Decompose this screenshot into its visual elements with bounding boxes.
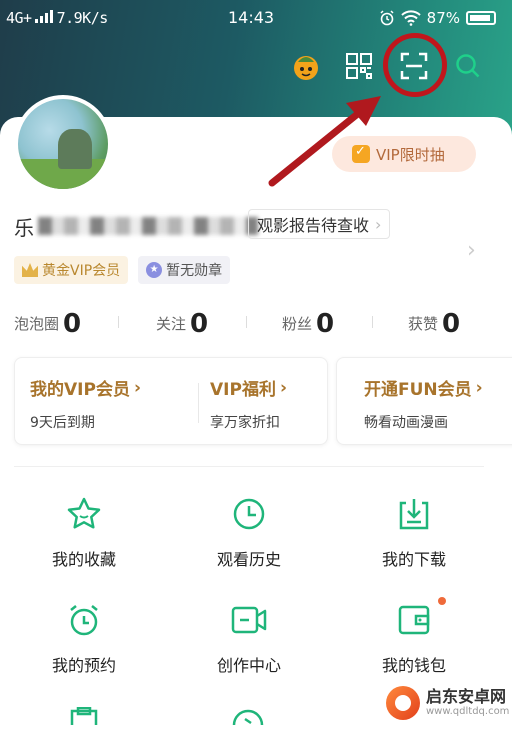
gift-icon: [352, 144, 370, 163]
divider: [118, 316, 119, 328]
star-icon: [64, 494, 104, 534]
my-vip-entry[interactable]: 我的VIP会员 › 9天后到期: [14, 357, 194, 445]
chevron-right-icon: ›: [375, 214, 382, 234]
battery-icon: [466, 11, 496, 25]
wallet-icon: [394, 600, 434, 640]
fun-vip-title: 开通FUN会员: [364, 380, 472, 400]
battery-percent: 87%: [426, 9, 460, 27]
medal-icon: ★: [146, 262, 163, 278]
grid-item-reservations[interactable]: 我的预约: [14, 600, 154, 680]
grid-item-favorites[interactable]: 我的收藏: [14, 494, 154, 574]
fun-vip-subtitle: 畅看动画漫画: [364, 415, 448, 431]
stat-value: 0: [190, 309, 209, 339]
watermark-url: www.qdltdq.com: [426, 705, 510, 717]
download-icon: [394, 494, 434, 534]
gold-vip-badge[interactable]: 黄金VIP会员: [14, 256, 129, 284]
stat-label: 粉丝: [282, 315, 313, 333]
username: 乐: [14, 212, 258, 240]
stat-value: 0: [442, 309, 461, 339]
grid-item-downloads[interactable]: 我的下载: [344, 494, 484, 574]
stat-label: 关注: [156, 315, 187, 333]
wifi-icon: [400, 10, 421, 26]
grid-item-wallet[interactable]: 我的钱包: [344, 600, 484, 680]
my-vip-subtitle: 9天后到期: [30, 415, 95, 431]
clipboard-icon[interactable]: [66, 707, 102, 725]
badges: 黄金VIP会员 ★ 暂无勋章: [14, 256, 231, 284]
stat-bubble[interactable]: 泡泡圈 0: [14, 300, 81, 340]
clock-icon: [229, 494, 269, 534]
watermark-logo-icon: [386, 685, 420, 720]
chevron-right-icon: ›: [279, 377, 287, 398]
avatar-hill: [58, 129, 92, 169]
vip-lottery-button[interactable]: VIP限时抽: [332, 136, 476, 172]
search-icon[interactable]: [450, 48, 486, 84]
notification-dot: [438, 597, 446, 605]
play-circle-icon[interactable]: [230, 709, 266, 725]
my-vip-title: 我的VIP会员: [30, 380, 130, 400]
gold-vip-label: 黄金VIP会员: [42, 263, 121, 279]
grid-item-creator[interactable]: 创作中心: [179, 600, 319, 680]
report-button[interactable]: 观影报告待查收 ›: [248, 209, 391, 239]
chevron-right-icon: ›: [475, 377, 483, 398]
vip-welfare-subtitle: 享万家折扣: [210, 415, 280, 431]
mascot-icon[interactable]: [288, 48, 324, 84]
network-speed: 7.9K/s: [56, 9, 109, 27]
network-type: 4G+: [6, 9, 32, 27]
stat-label: 获赞: [408, 315, 439, 333]
divider: [246, 316, 247, 328]
watermark-title: 启东安卓网: [426, 687, 507, 707]
medal-badge[interactable]: ★ 暂无勋章: [138, 256, 231, 284]
grid-label: 创作中心: [216, 656, 281, 675]
fun-vip-entry[interactable]: 开通FUN会员 › 畅看动画漫画: [348, 357, 512, 445]
stat-value: 0: [63, 309, 82, 339]
status-right: 87%: [379, 9, 496, 27]
alarm-icon: [64, 600, 104, 640]
vip-lottery-label: VIP限时抽: [376, 145, 445, 164]
alarm-status-icon: [380, 10, 394, 26]
avatar[interactable]: [14, 95, 112, 193]
username-blurred: [38, 217, 258, 235]
grid-label: 我的钱包: [381, 656, 446, 675]
status-bar: 4G+ 7.9K/s 14:43 87%: [0, 0, 512, 36]
qr-code-icon[interactable]: [341, 48, 377, 84]
profile-chevron-icon[interactable]: ›: [467, 238, 476, 263]
vip-row: 我的VIP会员 › 9天后到期 VIP福利 › 享万家折扣 开通FUN会员 › 畅看动…: [14, 357, 512, 445]
stat-label: 泡泡圈: [14, 315, 60, 333]
stat-following[interactable]: 关注 0: [156, 300, 208, 340]
username-first-char: 乐: [14, 215, 34, 240]
section-divider: [14, 466, 484, 467]
grid-label: 我的下载: [381, 550, 446, 569]
crown-icon: [22, 263, 38, 277]
stats-row: 泡泡圈 0 关注 0 粉丝 0 获赞 0: [0, 300, 512, 340]
grid-label: 我的收藏: [51, 550, 116, 569]
watermark: 启东安卓网 www.qdltdq.com: [386, 680, 512, 725]
grid-label: 我的预约: [51, 656, 116, 675]
network-status: 4G+ 7.9K/s: [6, 9, 108, 27]
report-label: 观影报告待查收: [257, 216, 370, 235]
medal-label: 暂无勋章: [166, 263, 223, 279]
divider: [372, 316, 373, 328]
highlight-circle: [383, 33, 447, 97]
vip-welfare-title: VIP福利: [210, 380, 276, 400]
chevron-right-icon: ›: [133, 377, 141, 398]
stat-followers[interactable]: 粉丝 0: [282, 300, 334, 340]
signal-bars-icon: [34, 10, 53, 23]
grid-item-history[interactable]: 观看历史: [179, 494, 319, 574]
stat-likes[interactable]: 获赞 0: [408, 300, 460, 340]
stat-value: 0: [316, 309, 335, 339]
clock: 14:43: [228, 8, 275, 27]
video-camera-icon: [229, 600, 269, 640]
vip-welfare-entry[interactable]: VIP福利 › 享万家折扣: [194, 357, 328, 445]
grid-label: 观看历史: [216, 550, 281, 569]
